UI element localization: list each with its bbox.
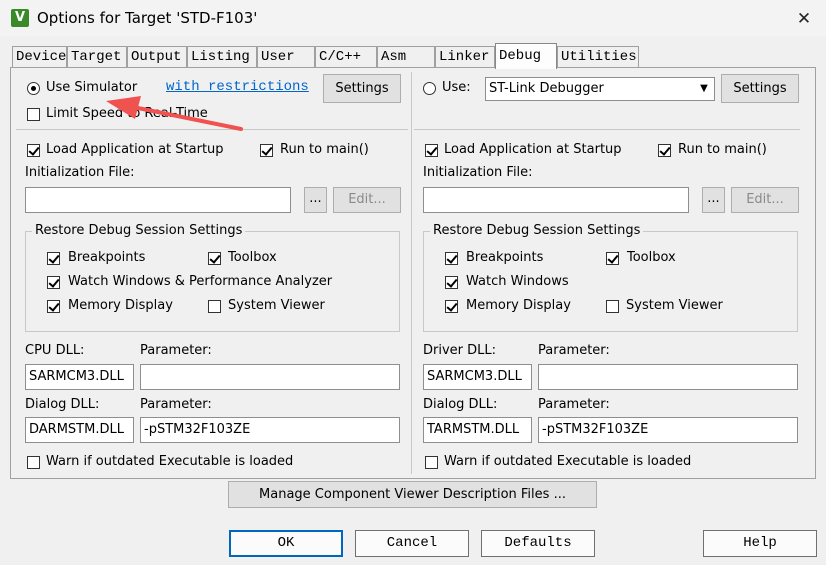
tab-debug[interactable]: Debug [495, 43, 557, 69]
annotation-arrow-icon [106, 96, 243, 131]
